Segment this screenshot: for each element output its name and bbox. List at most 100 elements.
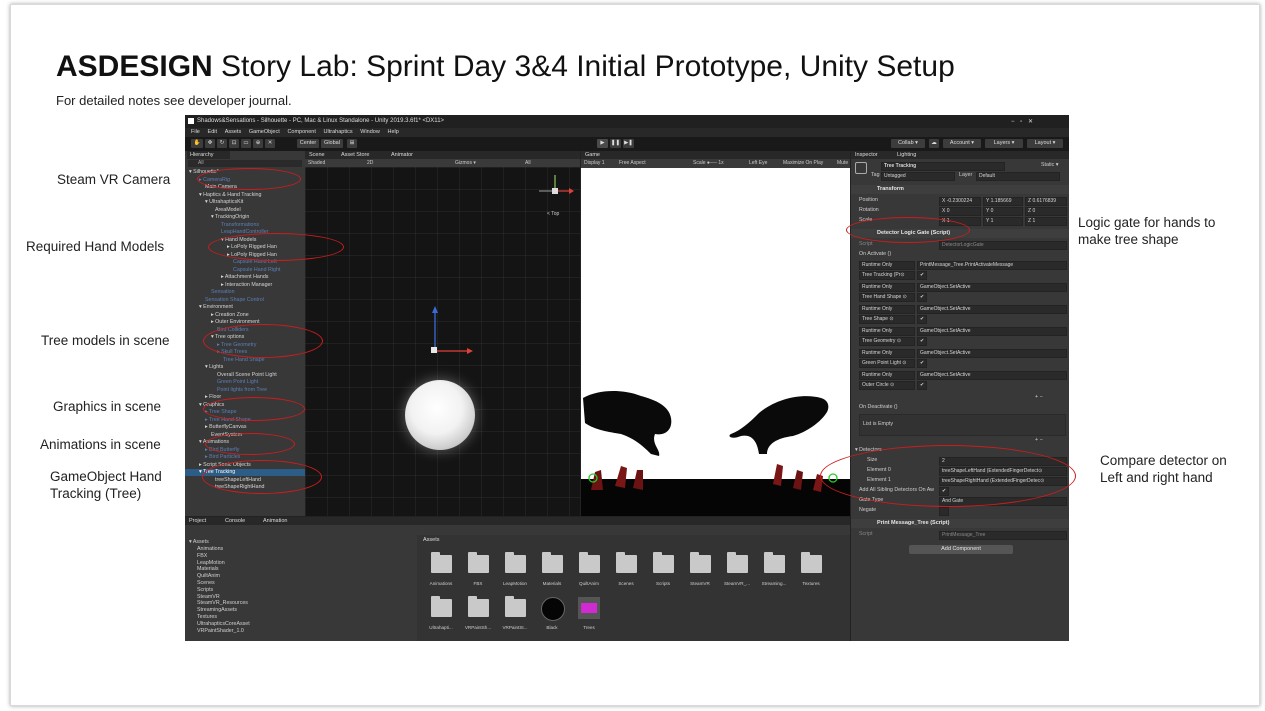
asset-item[interactable]: QuiltAnim xyxy=(571,551,607,595)
hierarchy-item[interactable]: Transformations xyxy=(185,222,305,229)
hierarchy-item[interactable]: ▾ TrackingOrigin xyxy=(185,214,305,221)
event-argument-checkbox[interactable]: ✔ xyxy=(917,293,927,302)
tab-animator[interactable]: Animator xyxy=(391,151,414,159)
event-target-object-field[interactable]: Outer Circle ⊙ xyxy=(859,381,915,390)
light-sphere[interactable] xyxy=(405,380,475,450)
layers-dropdown[interactable]: Layers ▾ xyxy=(985,139,1023,148)
pause-button[interactable]: ❚❚ xyxy=(610,139,621,148)
scale-tool-icon[interactable]: ⊡ xyxy=(229,139,239,148)
event-target-object-field[interactable]: Tree Shape ⊙ xyxy=(859,315,915,324)
hierarchy-item[interactable]: Capsule Hand Right xyxy=(185,267,305,274)
event-method-dropdown[interactable]: GameObject.SetActive xyxy=(917,327,1067,336)
display-dropdown[interactable]: Display 1 xyxy=(584,159,605,168)
scale-z[interactable]: Z 1 xyxy=(1025,217,1067,226)
custom-tool-icon[interactable]: ✕ xyxy=(265,139,275,148)
project-folder-item[interactable]: Animations xyxy=(197,546,223,553)
script-field[interactable]: DetectorLogicGate xyxy=(939,241,1067,250)
asset-item[interactable]: Black xyxy=(534,595,570,639)
asset-item[interactable]: Materials xyxy=(534,551,570,595)
position-y[interactable]: Y 1.185669 xyxy=(983,197,1023,206)
scale-slider[interactable]: Scale ●── 1x xyxy=(693,159,724,168)
event-method-dropdown[interactable]: GameObject.SetActive xyxy=(917,305,1067,314)
script2-field[interactable]: PrintMessage_Tree xyxy=(939,531,1067,540)
event-target-object-field[interactable]: Tree Geometry ⊙ xyxy=(859,337,915,346)
layer-dropdown[interactable]: Default xyxy=(976,172,1060,181)
menu-edit[interactable]: Edit xyxy=(208,129,217,135)
tab-lighting[interactable]: Lighting xyxy=(897,151,917,159)
menu-window[interactable]: Window xyxy=(360,129,380,135)
print-message-header[interactable]: Print Message_Tree (Script) xyxy=(851,519,1069,528)
event-argument-checkbox[interactable]: ✔ xyxy=(917,381,927,390)
transform-header[interactable]: Transform xyxy=(851,185,1069,194)
deactivate-plus-minus[interactable]: + − xyxy=(1035,437,1043,444)
event-runtime-dropdown[interactable]: Runtime Only xyxy=(859,327,915,336)
tab-project[interactable]: Project xyxy=(189,517,207,525)
maximize-on-play-toggle[interactable]: Maximize On Play xyxy=(783,159,823,168)
assets-breadcrumb[interactable]: Assets xyxy=(423,537,440,543)
move-tool-icon[interactable]: ✥ xyxy=(205,139,215,148)
tab-animation[interactable]: Animation xyxy=(263,517,288,525)
event-target-object-field[interactable]: Tree Tracking (Pr⊙ xyxy=(859,271,915,280)
hand-tool-icon[interactable]: ✋ xyxy=(191,139,203,148)
project-folder-item[interactable]: SteamVR xyxy=(197,594,220,601)
asset-item[interactable]: LeapMotion xyxy=(497,551,533,595)
asset-item[interactable]: Streaming... xyxy=(756,551,792,595)
rotation-x[interactable]: X 0 xyxy=(939,207,981,216)
event-method-dropdown[interactable]: GameObject.SetActive xyxy=(917,371,1067,380)
asset-item[interactable]: SteamVR_... xyxy=(719,551,755,595)
eye-dropdown[interactable]: Left Eye xyxy=(749,159,767,168)
tag-dropdown[interactable]: Untagged xyxy=(881,172,955,181)
project-folder-item[interactable]: QuiltAnim xyxy=(197,573,220,580)
hierarchy-item[interactable]: ▸ Interaction Manager xyxy=(185,282,305,289)
menu-assets[interactable]: Assets xyxy=(225,129,242,135)
scene-gizmo-icon[interactable] xyxy=(535,171,575,215)
tab-console[interactable]: Console xyxy=(225,517,246,525)
rotation-y[interactable]: Y 0 xyxy=(983,207,1023,216)
play-button[interactable]: ▶ xyxy=(597,139,608,148)
event-method-dropdown[interactable]: GameObject.SetActive xyxy=(917,283,1067,292)
collab-dropdown[interactable]: Collab ▾ xyxy=(891,139,925,148)
tab-game[interactable]: Game xyxy=(585,151,600,159)
event-argument-checkbox[interactable]: ✔ xyxy=(917,271,927,280)
menu-help[interactable]: Help xyxy=(388,129,399,135)
hierarchy-item[interactable]: ▾ Environment xyxy=(185,304,305,311)
pivot-center-toggle[interactable]: Center xyxy=(297,139,319,148)
menu-ultrahaptics[interactable]: Ultrahaptics xyxy=(324,129,353,135)
project-folder-item[interactable]: VRPaintShader_1.0 xyxy=(197,628,244,635)
project-folder-item[interactable]: Scenes xyxy=(197,580,215,587)
hierarchy-item[interactable]: ▾ Lights xyxy=(185,364,305,371)
window-controls[interactable]: − ▫ ✕ xyxy=(1011,118,1035,125)
add-component-button[interactable]: Add Component xyxy=(909,545,1013,554)
event-runtime-dropdown[interactable]: Runtime Only xyxy=(859,371,915,380)
asset-item[interactable]: VRPaintSh... xyxy=(460,595,496,639)
object-name-field[interactable]: Tree Tracking xyxy=(881,162,1005,171)
hierarchy-item[interactable]: AreaModel xyxy=(185,207,305,214)
project-folder-item[interactable]: SteamVR_Resources xyxy=(197,600,248,607)
hierarchy-item[interactable]: ▾ UltrahapticsKit xyxy=(185,199,305,206)
event-method-dropdown[interactable]: GameObject.SetActive xyxy=(917,349,1067,358)
project-folder-item[interactable]: UltrahapticsCoreAsset xyxy=(197,621,250,628)
asset-item[interactable]: VRPaintSt... xyxy=(497,595,533,639)
menu-gameobject[interactable]: GameObject xyxy=(249,129,280,135)
aspect-dropdown[interactable]: Free Aspect xyxy=(619,159,646,168)
event-argument-checkbox[interactable]: ✔ xyxy=(917,315,927,324)
grid-snap-icon[interactable]: ⊞ xyxy=(347,139,357,148)
tab-hierarchy[interactable]: Hierarchy xyxy=(187,151,230,159)
project-folder-item[interactable]: Materials xyxy=(197,566,219,573)
hierarchy-item[interactable]: Point lights from Tree xyxy=(185,387,305,394)
asset-item[interactable]: Ultrahapti... xyxy=(423,595,459,639)
hierarchy-item[interactable]: ▾ Haptics & Hand Tracking xyxy=(185,192,305,199)
gizmos-dropdown[interactable]: Gizmos ▾ xyxy=(455,159,476,167)
event-runtime-dropdown[interactable]: Runtime Only xyxy=(859,349,915,358)
transform-tool-icon[interactable]: ⊕ xyxy=(253,139,263,148)
hierarchy-item[interactable]: Overall Scene Point Light xyxy=(185,372,305,379)
2d-toggle[interactable]: 2D xyxy=(367,159,373,167)
project-folder-item[interactable]: FBX xyxy=(197,553,207,560)
event-target-object-field[interactable]: Tree Hand Shape ⊙ xyxy=(859,293,915,302)
hierarchy-item[interactable]: Sensation xyxy=(185,289,305,296)
static-dropdown[interactable]: Static ▾ xyxy=(1041,162,1058,169)
hierarchy-item[interactable]: Sensation Shape Control xyxy=(185,297,305,304)
event-argument-checkbox[interactable]: ✔ xyxy=(917,359,927,368)
hierarchy-item[interactable]: Tree Hand Shape xyxy=(185,357,305,364)
rect-tool-icon[interactable]: ▭ xyxy=(241,139,251,148)
